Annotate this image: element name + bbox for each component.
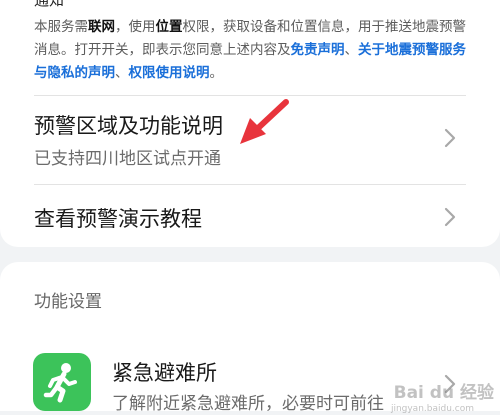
- chevron-right-icon: [444, 128, 456, 148]
- emergency-shelter-title: 紧急避难所: [112, 361, 217, 385]
- chevron-right-icon: [444, 207, 456, 227]
- feature-settings-header: 功能设置: [34, 292, 102, 312]
- notice-location: 位置: [155, 19, 183, 35]
- earthquake-warning-card: 通知 本服务需联网，使用位置权限，获取设备和位置信息，用于推送地震预警消息。打开…: [0, 0, 500, 247]
- notice-text: 。: [209, 65, 224, 81]
- notice-text: 、: [115, 65, 129, 81]
- watermark-url: jingyan.baidu.com: [390, 404, 474, 414]
- feature-settings-card: 功能设置 紧急避难所 了解附近紧急避难所，必要时可前往 Bai du 经验 ji…: [0, 262, 500, 414]
- emergency-shelter-subtitle: 了解附近紧急避难所，必要时可前往: [112, 394, 384, 414]
- region-info-subtitle: 已支持四川地区试点开通: [34, 149, 221, 169]
- red-arrow-annotation: [240, 99, 289, 144]
- tutorial-title: 查看预警演示教程: [34, 207, 202, 231]
- notice-text: 、: [344, 42, 359, 58]
- region-info-title: 预警区域及功能说明: [34, 114, 223, 138]
- notice-text: ，使用: [115, 19, 156, 35]
- tutorial-row[interactable]: 查看预警演示教程: [0, 185, 500, 247]
- watermark-text: Bai du 经验: [393, 383, 494, 403]
- disclaimer-link[interactable]: 免责声明: [291, 42, 345, 58]
- running-person-icon: [33, 353, 91, 411]
- notice-network: 联网: [88, 19, 115, 35]
- notice-text: 本服务需: [34, 19, 88, 35]
- section-title-cut: 通知: [34, 0, 65, 9]
- service-notice: 本服务需联网，使用位置权限，获取设备和位置信息，用于推送地震预警消息。打开开关，…: [34, 16, 474, 85]
- baidu-watermark: Bai du 经验: [394, 378, 494, 403]
- permission-explanation-link[interactable]: 权限使用说明: [129, 65, 210, 81]
